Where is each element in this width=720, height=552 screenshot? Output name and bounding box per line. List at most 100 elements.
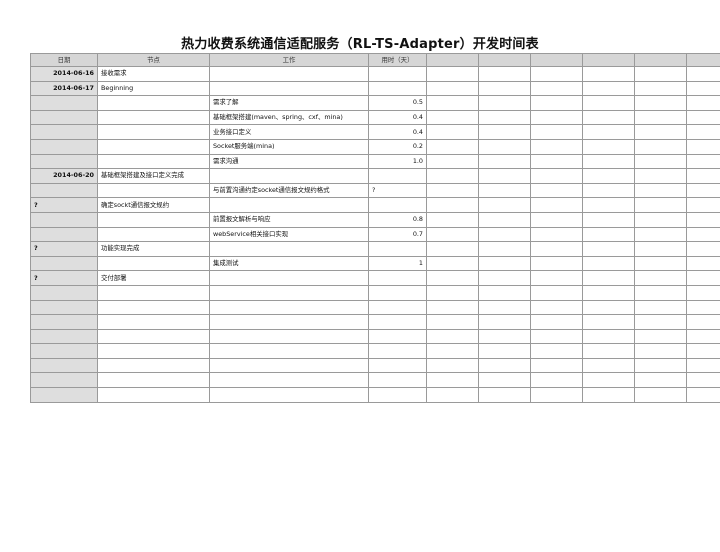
empty-cell[interactable] [530,124,583,140]
date-cell[interactable] [30,211,98,228]
work-cell[interactable] [209,387,369,403]
empty-cell[interactable] [686,299,720,316]
empty-cell[interactable] [634,80,687,97]
work-cell[interactable]: 业务接口定义 [209,124,369,140]
empty-cell[interactable] [634,299,687,316]
node-cell[interactable] [97,299,210,316]
empty-cell[interactable] [426,270,479,286]
empty-cell[interactable] [634,211,687,228]
hours-cell[interactable]: 0.4 [368,124,427,140]
empty-cell[interactable] [426,284,479,301]
hours-cell[interactable] [368,270,427,286]
empty-cell[interactable] [582,284,635,301]
empty-cell[interactable] [530,138,583,155]
hours-cell[interactable] [368,168,427,184]
empty-cell[interactable] [686,197,720,213]
node-cell[interactable] [97,314,210,330]
hours-cell[interactable] [368,387,427,403]
empty-cell[interactable] [686,387,720,403]
hours-cell[interactable] [368,80,427,97]
node-cell[interactable] [97,153,210,170]
empty-cell[interactable] [582,241,635,257]
empty-cell[interactable] [634,357,687,374]
work-cell[interactable]: 集成测试 [209,255,369,272]
empty-cell[interactable] [634,138,687,155]
header-extra[interactable] [634,53,687,67]
node-cell[interactable] [97,182,210,199]
empty-cell[interactable] [634,109,687,126]
work-cell[interactable]: 前置报文解析与响应 [209,211,369,228]
hours-cell[interactable]: 0.7 [368,226,427,243]
work-cell[interactable] [209,66,369,82]
date-cell[interactable]: 2014-06-17 [30,80,98,97]
empty-cell[interactable] [582,95,635,111]
empty-cell[interactable] [582,66,635,82]
date-cell[interactable] [30,182,98,199]
node-cell[interactable] [97,357,210,374]
date-cell[interactable]: 2014-06-20 [30,168,98,184]
empty-cell[interactable] [530,182,583,199]
empty-cell[interactable] [530,80,583,97]
empty-cell[interactable] [478,284,531,301]
empty-cell[interactable] [426,80,479,97]
node-cell[interactable] [97,226,210,243]
empty-cell[interactable] [426,357,479,374]
empty-cell[interactable] [426,343,479,359]
empty-cell[interactable] [530,255,583,272]
work-cell[interactable]: Socket服务端(mina) [209,138,369,155]
empty-cell[interactable] [426,328,479,345]
empty-cell[interactable] [478,197,531,213]
hours-cell[interactable] [368,328,427,345]
empty-cell[interactable] [686,270,720,286]
node-cell[interactable]: Beginning [97,80,210,97]
work-cell[interactable] [209,343,369,359]
empty-cell[interactable] [426,197,479,213]
empty-cell[interactable] [582,109,635,126]
header-extra[interactable] [478,53,531,67]
empty-cell[interactable] [530,357,583,374]
empty-cell[interactable] [530,197,583,213]
hours-cell[interactable] [368,66,427,82]
date-cell[interactable] [30,153,98,170]
empty-cell[interactable] [530,328,583,345]
empty-cell[interactable] [478,80,531,97]
node-cell[interactable] [97,109,210,126]
empty-cell[interactable] [634,314,687,330]
empty-cell[interactable] [426,66,479,82]
node-cell[interactable]: 接收需求 [97,66,210,82]
empty-cell[interactable] [478,372,531,389]
hours-cell[interactable]: 1 [368,255,427,272]
empty-cell[interactable] [478,387,531,403]
empty-cell[interactable] [478,314,531,330]
empty-cell[interactable] [478,109,531,126]
empty-cell[interactable] [634,284,687,301]
hours-cell[interactable]: ? [368,182,427,199]
hours-cell[interactable] [368,343,427,359]
empty-cell[interactable] [478,66,531,82]
empty-cell[interactable] [634,328,687,345]
empty-cell[interactable] [426,211,479,228]
empty-cell[interactable] [686,109,720,126]
hours-cell[interactable] [368,357,427,374]
empty-cell[interactable] [634,168,687,184]
empty-cell[interactable] [582,343,635,359]
work-cell[interactable]: 需求沟通 [209,153,369,170]
date-cell[interactable] [30,95,98,111]
work-cell[interactable] [209,357,369,374]
work-cell[interactable] [209,299,369,316]
empty-cell[interactable] [582,387,635,403]
date-cell[interactable] [30,124,98,140]
empty-cell[interactable] [634,124,687,140]
empty-cell[interactable] [478,95,531,111]
date-cell[interactable]: ? [30,241,98,257]
empty-cell[interactable] [582,211,635,228]
empty-cell[interactable] [530,95,583,111]
empty-cell[interactable] [686,211,720,228]
empty-cell[interactable] [478,153,531,170]
empty-cell[interactable] [582,138,635,155]
header-extra[interactable] [582,53,635,67]
date-cell[interactable] [30,357,98,374]
date-cell[interactable]: 2014-06-16 [30,66,98,82]
empty-cell[interactable] [686,168,720,184]
date-cell[interactable] [30,343,98,359]
